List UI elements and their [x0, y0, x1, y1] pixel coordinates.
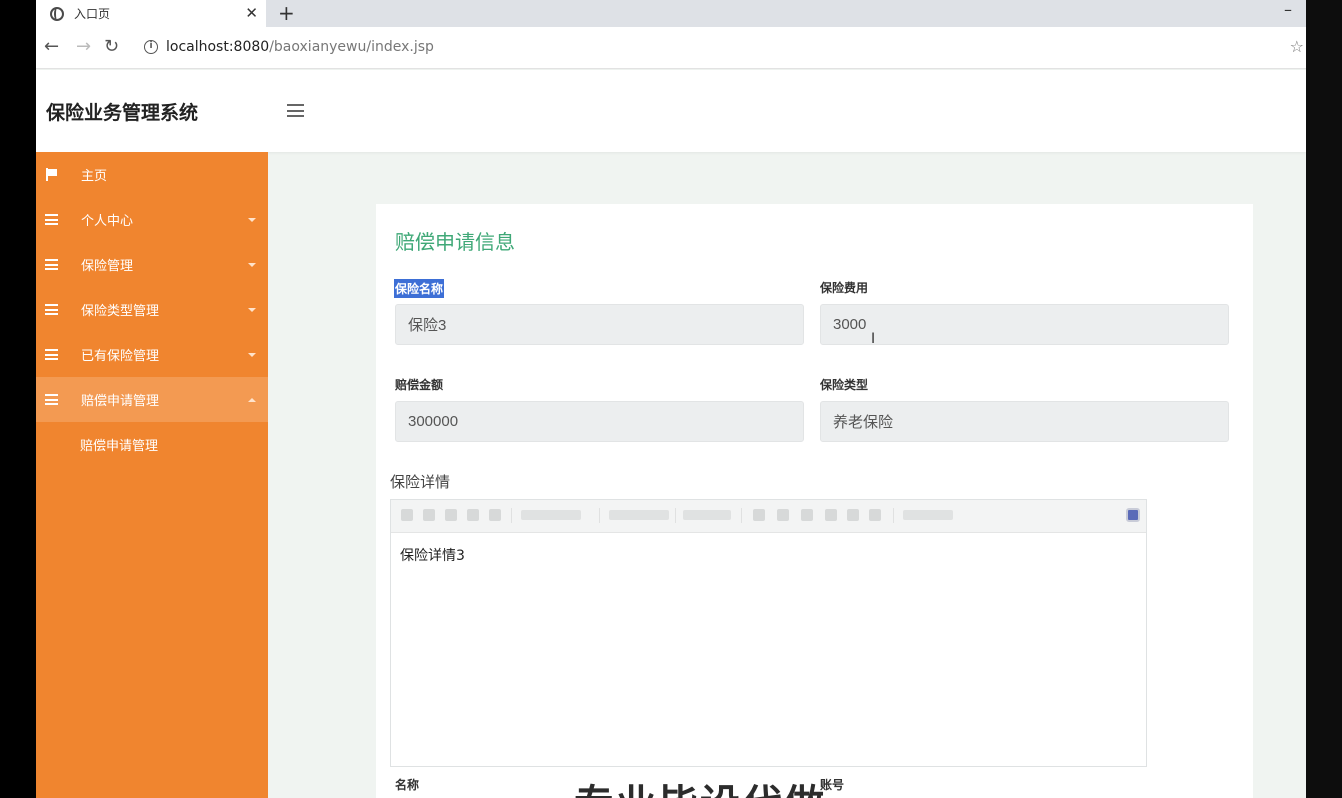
- paragraph-dropdown[interactable]: [683, 510, 731, 520]
- app-header: 保险业务管理系统: [36, 70, 1306, 152]
- forward-arrow-icon[interactable]: →: [76, 36, 91, 57]
- sidebar-item-label: 保险管理: [81, 259, 134, 274]
- font-size-dropdown[interactable]: [609, 510, 669, 520]
- sidebar-subitem-compensation[interactable]: 赔偿申请管理: [36, 424, 268, 464]
- info-icon[interactable]: i: [144, 40, 158, 54]
- align-center-icon[interactable]: [777, 509, 789, 521]
- compensation-amount-input[interactable]: 300000: [395, 401, 804, 442]
- url-host: localhost:8080: [166, 39, 270, 55]
- sidebar-item-label: 保险类型管理: [81, 304, 160, 319]
- text-cursor-icon: I: [871, 331, 876, 347]
- new-tab-icon[interactable]: +: [278, 1, 295, 25]
- back-arrow-icon[interactable]: ←: [44, 36, 59, 57]
- list-icon: [45, 394, 58, 405]
- browser-window: 入口页 ✕ + – ← → ↻ i localhost:8080/baoxian…: [36, 0, 1306, 798]
- source-icon[interactable]: [401, 509, 413, 521]
- underline-icon[interactable]: [467, 509, 479, 521]
- list-icon: [45, 304, 58, 315]
- toolbar-separator: [599, 508, 600, 523]
- align-right-icon[interactable]: [801, 509, 813, 521]
- close-tab-icon[interactable]: ✕: [245, 4, 258, 22]
- globe-icon: [50, 6, 64, 21]
- insurance-name-label: 保险名称: [394, 279, 445, 298]
- sidebar-item-existing-insurance[interactable]: 已有保险管理: [36, 332, 268, 377]
- flag-icon: [45, 168, 58, 181]
- sidebar-item-label: 已有保险管理: [81, 349, 160, 364]
- sidebar: 主页 个人中心 保险管理 保险类型管理 已有保险管理 赔偿申请管理 赔偿申请管理: [36, 152, 268, 798]
- insurance-type-input[interactable]: 养老保险: [820, 401, 1229, 442]
- compensation-amount-label: 赔偿金额: [395, 378, 444, 392]
- tab-strip: 入口页 ✕ + –: [36, 0, 1306, 27]
- toolbar-separator: [741, 508, 742, 523]
- bold-icon[interactable]: [423, 509, 435, 521]
- insurance-type-label: 保险类型: [820, 378, 869, 392]
- url-path: /baoxianyewu/index.jsp: [269, 39, 434, 55]
- toolbar-separator: [675, 508, 676, 523]
- insurance-detail-label: 保险详情: [390, 473, 451, 491]
- sidebar-subitem-label: 赔偿申请管理: [80, 438, 159, 454]
- list-icon: [45, 214, 58, 225]
- sidebar-item-home[interactable]: 主页: [36, 152, 268, 197]
- sidebar-item-label: 主页: [81, 169, 108, 184]
- sidebar-item-insurance-type[interactable]: 保险类型管理: [36, 287, 268, 332]
- toolbar-separator: [893, 508, 894, 523]
- bookmark-star-icon[interactable]: ☆: [1290, 37, 1304, 56]
- toolbar-separator: [511, 508, 512, 523]
- align-left-icon[interactable]: [753, 509, 765, 521]
- caret-down-icon: [248, 352, 256, 357]
- name-label: 名称: [395, 778, 420, 792]
- sidebar-item-personal-center[interactable]: 个人中心: [36, 197, 268, 242]
- page-title: 赔偿申请信息: [395, 230, 515, 254]
- strikethrough-icon[interactable]: [489, 509, 501, 521]
- italic-icon[interactable]: [445, 509, 457, 521]
- editor-toolbar: [391, 500, 1146, 533]
- editor-content[interactable]: 保险详情3: [400, 545, 465, 565]
- watermark-text: 专业毕设代做: [574, 772, 826, 798]
- caret-down-icon: [248, 307, 256, 312]
- list-icon: [45, 259, 58, 270]
- sidebar-item-compensation[interactable]: 赔偿申请管理: [36, 377, 268, 422]
- insurance-fee-label: 保险费用: [820, 281, 869, 295]
- list-icon: [45, 349, 58, 360]
- caret-up-icon: [248, 397, 256, 402]
- browser-tab[interactable]: 入口页 ✕: [36, 0, 266, 27]
- insert-dropdown[interactable]: [903, 510, 953, 520]
- sidebar-item-label: 赔偿申请管理: [81, 394, 160, 409]
- compensation-form-card: 赔偿申请信息 保险名称 保险3 保险费用 3000 I 赔偿金额 300000 …: [376, 204, 1253, 798]
- text-color-icon[interactable]: [869, 509, 881, 521]
- address-bar: ← → ↻ i localhost:8080/baoxianyewu/index…: [36, 27, 1306, 69]
- insurance-name-input[interactable]: 保险3: [395, 304, 804, 345]
- sidebar-item-insurance[interactable]: 保险管理: [36, 242, 268, 287]
- font-family-dropdown[interactable]: [521, 510, 581, 520]
- screen-edge: [1306, 0, 1342, 798]
- fullscreen-icon[interactable]: [1126, 508, 1140, 522]
- sidebar-item-label: 个人中心: [81, 214, 134, 229]
- app-title: 保险业务管理系统: [46, 102, 199, 124]
- caret-down-icon: [248, 262, 256, 267]
- insurance-fee-input[interactable]: 3000: [820, 304, 1229, 345]
- indent-icon[interactable]: [847, 509, 859, 521]
- hamburger-menu-icon[interactable]: [287, 104, 304, 117]
- caret-down-icon: [248, 217, 256, 222]
- align-justify-icon[interactable]: [825, 509, 837, 521]
- minimize-icon[interactable]: –: [1284, 0, 1292, 19]
- reload-icon[interactable]: ↻: [104, 36, 119, 57]
- tab-title: 入口页: [74, 7, 111, 21]
- url-field[interactable]: localhost:8080/baoxianyewu/index.jsp: [166, 39, 434, 55]
- rich-text-editor: 保险详情3: [390, 499, 1147, 767]
